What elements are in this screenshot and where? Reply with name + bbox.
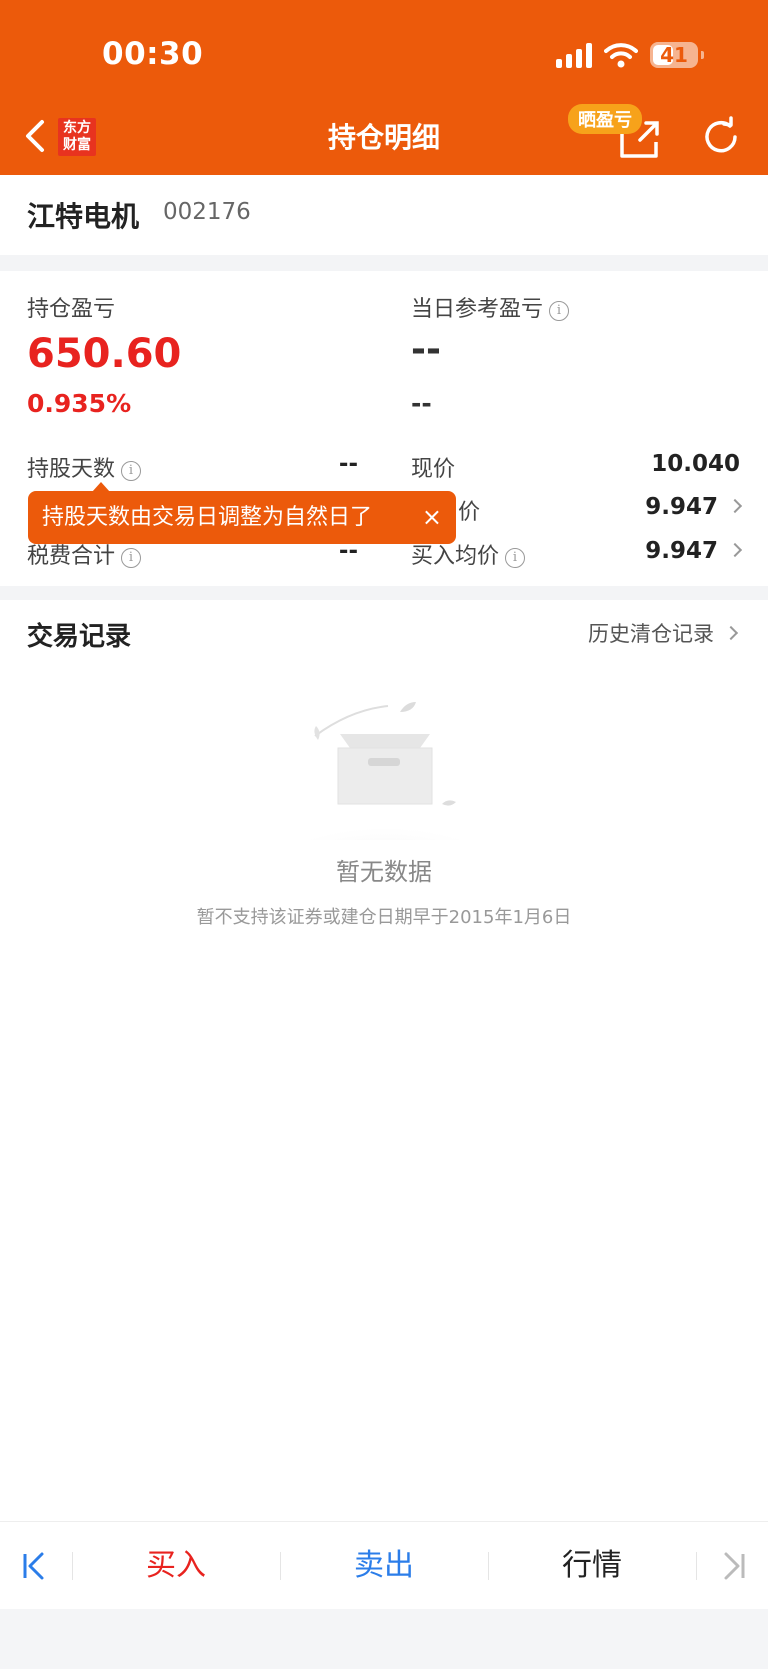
home-indicator-area (0, 1609, 768, 1669)
info-icon[interactable]: i (505, 548, 526, 568)
last-item-icon[interactable] (722, 1550, 746, 1582)
price-value: 10.040 (651, 451, 740, 477)
quote-button[interactable]: 行情 (488, 1522, 696, 1610)
price-label: 现价 (411, 457, 456, 482)
status-icons: 41 (556, 42, 704, 68)
section-divider (0, 586, 768, 600)
daily-pl-label-text: 当日参考盈亏 (411, 297, 544, 322)
empty-state-note: 暂不支持该证券或建仓日期早于2015年1月6日 (196, 907, 572, 928)
share-pl-badge[interactable]: 晒盈亏 (568, 104, 642, 134)
info-icon[interactable]: i (121, 461, 142, 481)
buy-avg-value: 9.947 (645, 538, 718, 564)
buy-avg-label-text: 买入均价 (411, 544, 500, 569)
info-icon[interactable]: i (121, 548, 142, 568)
app-header: 00:30 41 东方 财富 持仓明细 晒盈亏 (0, 0, 768, 175)
pl-percent: 0.935% (27, 389, 132, 418)
status-time: 00:30 (102, 36, 204, 72)
empty-state-title: 暂无数据 (336, 858, 432, 886)
empty-box-illustration (270, 702, 500, 840)
pl-value: 650.60 (27, 331, 182, 377)
buy-button[interactable]: 买入 (72, 1522, 280, 1610)
stock-info-row: 江特电机 002176 (0, 175, 768, 255)
trade-records-title: 交易记录 (27, 622, 132, 652)
cost-price-value: 9.947 (645, 494, 718, 520)
chevron-right-icon (727, 498, 743, 514)
hold-days-label: 持股天数 i (27, 451, 142, 483)
history-clearance-link[interactable]: 历史清仓记录 (588, 618, 739, 648)
buy-avg-row[interactable]: 9.947 (560, 538, 743, 564)
cellular-signal-icon (556, 42, 592, 68)
section-divider (0, 255, 768, 271)
refresh-icon[interactable] (700, 116, 742, 158)
hold-days-tooltip: 持股天数由交易日调整为自然日了 × (28, 482, 456, 544)
hold-days-value: -- (338, 451, 358, 477)
battery-icon: 41 (650, 42, 704, 68)
stock-name: 江特电机 (27, 200, 140, 233)
chevron-right-icon (727, 542, 743, 558)
sell-button[interactable]: 卖出 (280, 1522, 488, 1610)
daily-pl-label: 当日参考盈亏 i (411, 291, 570, 323)
info-icon[interactable]: i (549, 301, 570, 321)
history-link-text: 历史清仓记录 (588, 622, 714, 646)
cost-price-label: 价 (458, 500, 481, 525)
daily-pl-percent: -- (411, 389, 432, 418)
first-item-icon[interactable] (22, 1550, 46, 1582)
close-icon[interactable]: × (422, 491, 442, 544)
tooltip-text: 持股天数由交易日调整为自然日了 (42, 505, 373, 530)
battery-level: 41 (660, 43, 688, 67)
pl-label: 持仓盈亏 (27, 297, 116, 322)
chevron-right-icon (723, 625, 739, 641)
bottom-action-bar: 买入 卖出 行情 (0, 1521, 768, 1609)
daily-pl-value: -- (411, 329, 441, 370)
fee-label-text: 税费合计 (27, 544, 116, 569)
stock-code: 002176 (163, 199, 251, 225)
cost-price-row[interactable]: 9.947 (560, 494, 743, 520)
wifi-icon (604, 43, 638, 68)
hold-days-label-text: 持股天数 (27, 457, 116, 482)
